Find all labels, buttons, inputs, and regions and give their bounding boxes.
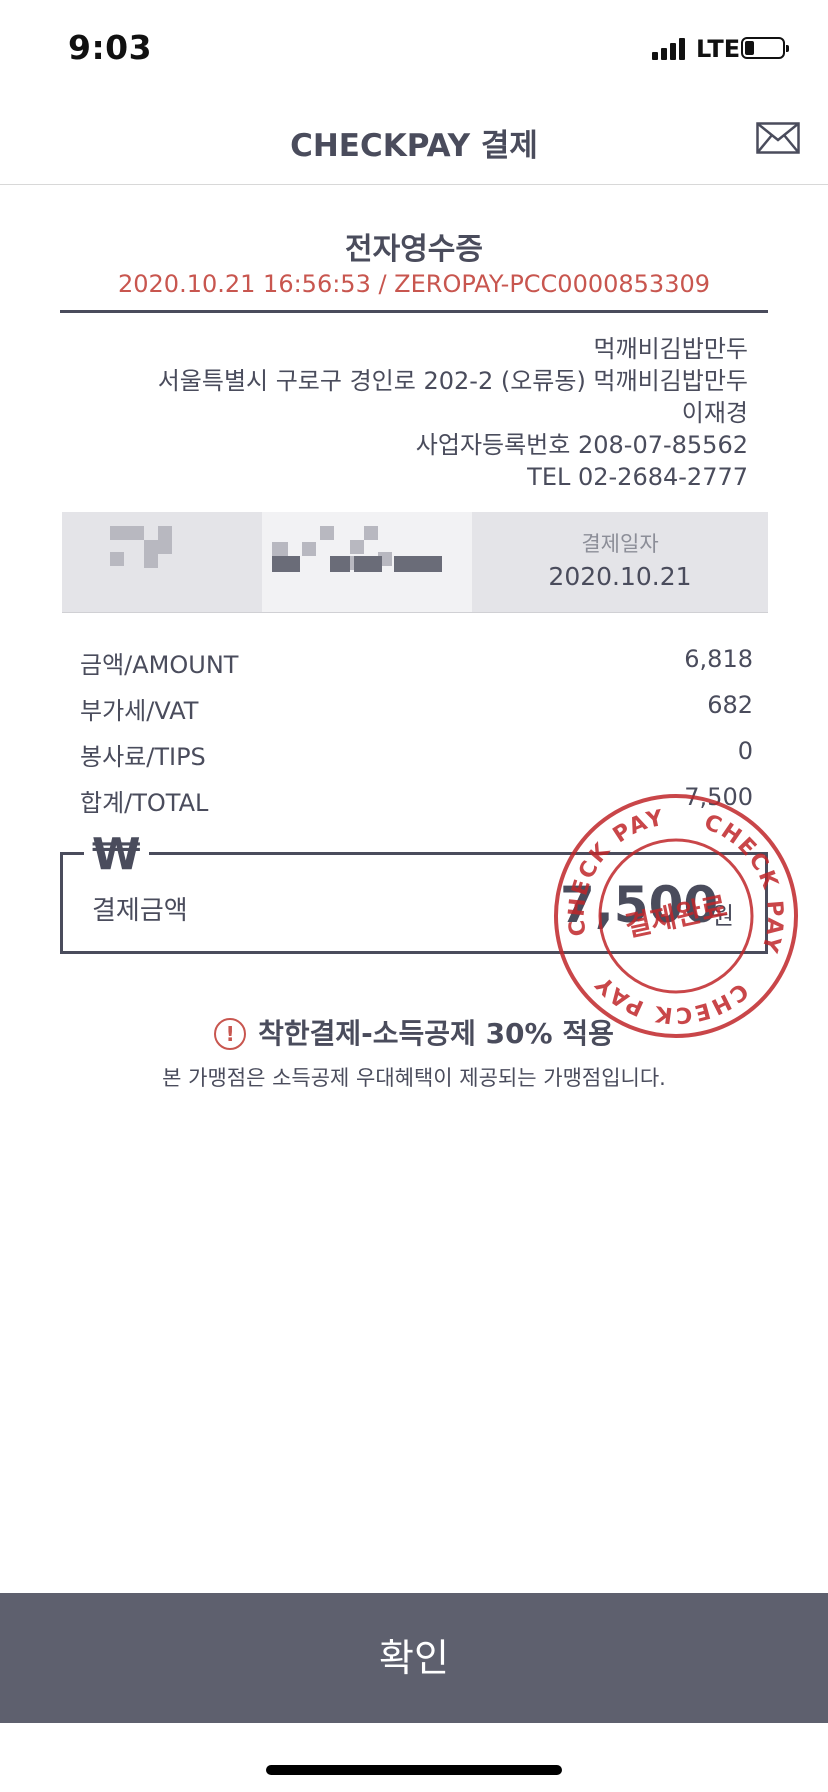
redacted-pixel	[110, 526, 128, 540]
redacted-pixel	[158, 526, 172, 540]
exclamation-icon: !	[214, 1018, 247, 1050]
info-band: 결제일자 2020.10.21	[62, 512, 768, 612]
redacted-pixel	[320, 526, 334, 540]
merchant-name: 먹깨비김밥만두	[593, 335, 748, 363]
payment-date-label: 결제일자	[581, 532, 659, 556]
vat-row: 부가세/VAT 682	[80, 691, 753, 727]
redacted-pixel	[144, 540, 158, 554]
redacted-pixel	[158, 540, 172, 554]
tips-value: 0	[737, 737, 753, 765]
header-divider	[0, 184, 828, 185]
header-title: CHECKPAY 결제	[290, 128, 538, 164]
merchant-info: 먹깨비김밥만두 서울특별시 구로구 경인로 202-2 (오류동) 먹깨비김밥만…	[48, 333, 748, 493]
title-divider	[60, 310, 768, 313]
redacted-pixel	[350, 540, 364, 554]
paid-stamp-icon: CHECK PAY CHECK PAY CHECK PAY 결제완료	[552, 794, 798, 1040]
total-row-label: 합계/TOTAL	[80, 789, 209, 817]
redacted-pixel	[414, 556, 442, 572]
stamp-center-text: 결제완료	[622, 890, 730, 944]
redacted-pixel	[330, 556, 350, 572]
redacted-pixel	[364, 526, 378, 540]
total-label: 결제금액	[92, 896, 188, 926]
payment-date-value: 2020.10.21	[548, 562, 692, 591]
vat-label: 부가세/VAT	[80, 697, 199, 725]
amount-value: 6,818	[684, 645, 753, 673]
redacted-pixel	[128, 526, 144, 540]
merchant-business-no: 사업자등록번호 208-07-85562	[415, 431, 748, 459]
redacted-pixel	[144, 554, 158, 568]
amount-row: 금액/AMOUNT 6,818	[80, 645, 753, 681]
vat-value: 682	[707, 691, 753, 719]
merchant-tel: TEL 02-2684-2777	[527, 463, 748, 491]
redacted-pixel	[354, 556, 382, 572]
receipt-meta: 2020.10.21 16:56:53 / ZEROPAY-PCC0000853…	[118, 270, 710, 298]
battery-icon	[741, 37, 789, 59]
notice-title: 착한결제-소득공제 30% 적용	[258, 1017, 614, 1050]
notice-title-line: ! 착한결제-소득공제 30% 적용	[0, 1012, 828, 1052]
home-indicator[interactable]	[266, 1765, 562, 1775]
tips-label: 봉사료/TIPS	[80, 743, 206, 771]
redacted-pixel	[272, 556, 300, 572]
signal-icon	[652, 38, 690, 60]
redacted-pixel	[272, 542, 288, 556]
network-label: LTE	[696, 35, 741, 63]
merchant-address: 서울특별시 구로구 경인로 202-2 (오류동) 먹깨비김밥만두	[157, 367, 748, 395]
band-divider	[62, 612, 768, 613]
mail-icon[interactable]	[756, 122, 800, 154]
receipt-title: 전자영수증	[345, 232, 483, 267]
amount-label: 금액/AMOUNT	[80, 651, 239, 679]
payment-date: 결제일자 2020.10.21	[472, 512, 768, 612]
confirm-button[interactable]: 확인	[0, 1593, 828, 1723]
notice-desc: 본 가맹점은 소득공제 우대혜택이 제공되는 가맹점입니다.	[162, 1066, 666, 1090]
redacted-pixel	[302, 542, 316, 556]
tips-row: 봉사료/TIPS 0	[80, 737, 753, 773]
blurred-field-card-number	[262, 512, 472, 612]
won-icon: ₩	[84, 830, 149, 880]
status-time: 9:03	[68, 28, 153, 67]
blurred-field-card-type	[62, 512, 262, 612]
merchant-owner: 이재경	[681, 399, 748, 427]
redacted-pixel	[110, 552, 124, 566]
